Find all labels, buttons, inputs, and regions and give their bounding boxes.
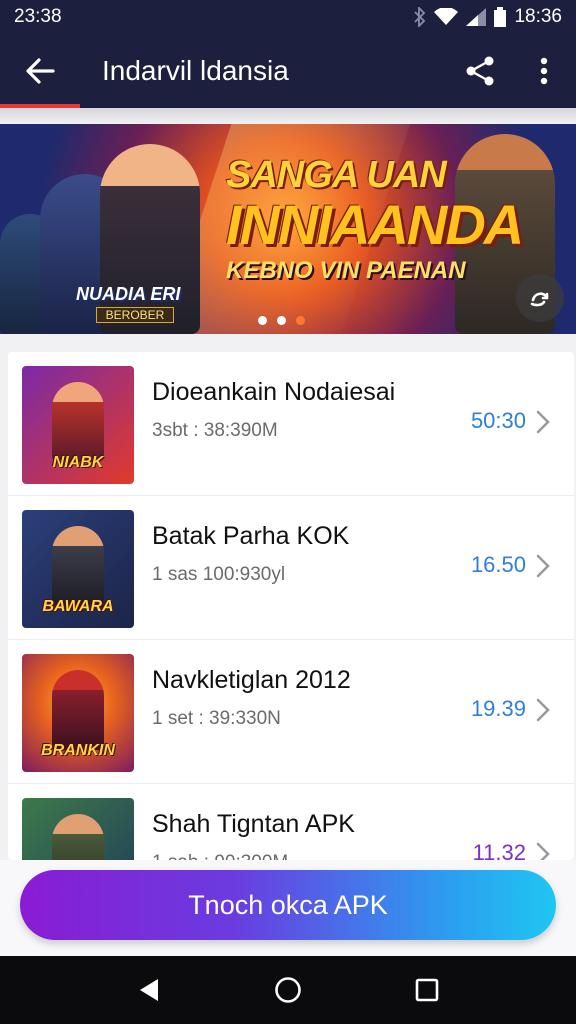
item-price: 16.50 bbox=[470, 552, 526, 577]
status-time-right: 18:36 bbox=[514, 6, 562, 27]
item-subtitle: 3sbt : 38:390M bbox=[152, 420, 278, 441]
banner-logo-subtitle: BEROBER bbox=[96, 307, 174, 323]
banner-headline: SANGA UAN INNIAANDA KEBNO VIN PAENAN bbox=[226, 154, 524, 285]
share-button[interactable] bbox=[448, 34, 512, 108]
status-time-left: 23:38 bbox=[14, 6, 62, 27]
item-title: Batak Parha KOK bbox=[152, 522, 350, 550]
item-subtitle: 1 set : 39:330N bbox=[152, 708, 281, 729]
game-thumbnail: NIABK bbox=[22, 366, 134, 484]
thumbnail-label: NIABK bbox=[52, 454, 104, 471]
item-price: 11.32 bbox=[472, 840, 526, 860]
item-subtitle: 1 sah : 90:300M bbox=[152, 852, 288, 860]
carousel-dot[interactable] bbox=[277, 316, 286, 325]
share-icon bbox=[466, 56, 494, 86]
list-item[interactable]: BRANKIN Navkletiglan 2012 1 set : 39:330… bbox=[8, 640, 574, 784]
game-list: NIABK Dioeankain Nodaiesai 3sbt : 38:390… bbox=[8, 352, 574, 860]
refresh-icon bbox=[530, 292, 549, 307]
item-title: Shah Tigntan APK bbox=[152, 810, 355, 838]
carousel-dot[interactable] bbox=[258, 316, 267, 325]
list-item[interactable]: BAWARA Batak Parha KOK 1 sas 100:930yl 1… bbox=[8, 496, 574, 640]
chevron-right-icon bbox=[536, 554, 550, 578]
item-price: 50:30 bbox=[470, 408, 526, 433]
screen: 23:38 18:36 Indarvil ldansia SANGA UAN I… bbox=[0, 0, 576, 1024]
recents-square-icon bbox=[415, 978, 438, 1002]
item-title: Navkletiglan 2012 bbox=[152, 666, 351, 694]
back-triangle-icon bbox=[140, 979, 159, 1001]
banner-refresh-button[interactable] bbox=[516, 274, 564, 322]
carousel-indicator bbox=[258, 316, 305, 325]
thumbnail-character bbox=[52, 382, 104, 462]
banner-headline-line3: KEBNO VIN PAENAN bbox=[226, 257, 466, 284]
banner-game-logo: NUADIA ERI BEROBER bbox=[76, 284, 194, 324]
game-thumbnail bbox=[22, 798, 134, 860]
system-nav-bar bbox=[0, 956, 576, 1024]
list-item[interactable]: Shah Tigntan APK 1 sah : 90:300M 11.32 bbox=[8, 784, 574, 860]
banner-headline-line1: SANGA UAN bbox=[226, 154, 447, 196]
app-bar-shadow bbox=[0, 108, 576, 124]
app-bar: Indarvil ldansia bbox=[0, 34, 576, 108]
signal-icon bbox=[466, 8, 487, 26]
status-bar: 23:38 18:36 bbox=[0, 0, 576, 34]
item-price: 19.39 bbox=[470, 696, 526, 721]
list-item[interactable]: NIABK Dioeankain Nodaiesai 3sbt : 38:390… bbox=[8, 352, 574, 496]
banner-logo-title: NUADIA ERI bbox=[76, 284, 181, 304]
game-thumbnail: BAWARA bbox=[22, 510, 134, 628]
game-thumbnail: BRANKIN bbox=[22, 654, 134, 772]
arrow-left-icon bbox=[26, 58, 55, 84]
wifi-icon bbox=[434, 8, 459, 26]
thumbnail-character bbox=[52, 814, 104, 860]
chevron-right-icon bbox=[536, 698, 550, 722]
chevron-right-icon bbox=[536, 842, 550, 860]
battery-icon bbox=[494, 7, 507, 27]
page-title: Indarvil ldansia bbox=[102, 55, 289, 86]
nav-back-button[interactable] bbox=[119, 960, 179, 1020]
carousel-dot-active[interactable] bbox=[296, 316, 305, 325]
cta-zone: Tnoch okca APK bbox=[0, 860, 576, 956]
status-icons: 18:36 bbox=[414, 6, 562, 28]
more-options-button[interactable] bbox=[512, 34, 576, 108]
thumbnail-label: BRANKIN bbox=[41, 742, 115, 759]
banner-headline-line2: INNIAANDA bbox=[226, 193, 524, 256]
download-apk-button[interactable]: Tnoch okca APK bbox=[20, 870, 556, 940]
more-vertical-icon bbox=[540, 57, 548, 85]
nav-home-button[interactable] bbox=[258, 960, 318, 1020]
thumbnail-label: BAWARA bbox=[42, 598, 114, 615]
nav-recents-button[interactable] bbox=[397, 960, 457, 1020]
promo-banner[interactable]: SANGA UAN INNIAANDA KEBNO VIN PAENAN NUA… bbox=[0, 124, 576, 334]
thumbnail-character bbox=[52, 526, 104, 606]
home-circle-icon bbox=[275, 977, 301, 1003]
chevron-right-icon bbox=[536, 410, 550, 434]
thumbnail-character bbox=[52, 670, 104, 750]
bluetooth-icon bbox=[414, 7, 426, 27]
item-subtitle: 1 sas 100:930yl bbox=[152, 564, 286, 585]
item-title: Dioeankain Nodaiesai bbox=[152, 378, 396, 406]
back-button[interactable] bbox=[0, 34, 80, 108]
